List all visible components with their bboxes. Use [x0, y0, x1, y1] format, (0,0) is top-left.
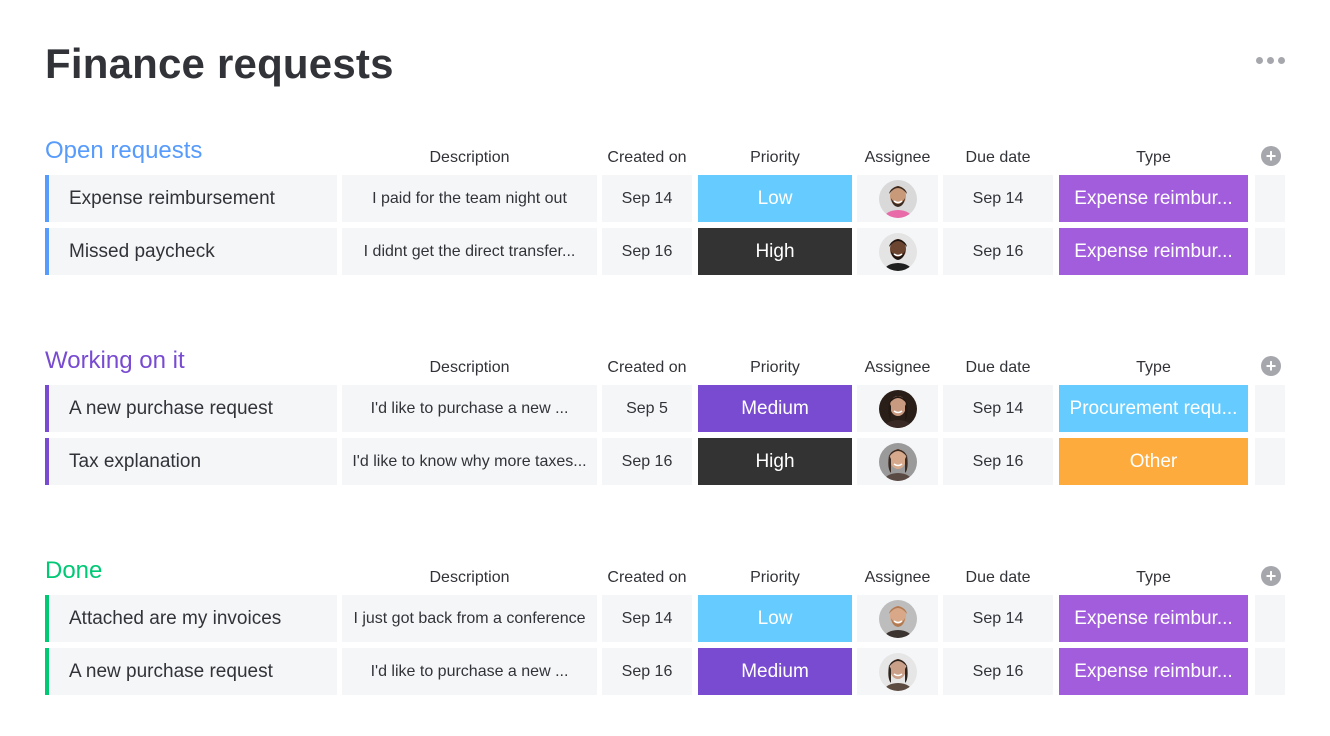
- table-row[interactable]: Tax explanation I'd like to know why mor…: [0, 438, 1330, 485]
- assignee-cell[interactable]: [857, 228, 938, 275]
- description-cell[interactable]: I'd like to purchase a new ...: [342, 648, 597, 695]
- created-on-cell[interactable]: Sep 5: [602, 385, 692, 432]
- more-horizontal-icon: [1256, 56, 1263, 64]
- assignee-cell[interactable]: [857, 175, 938, 222]
- column-header-due-date[interactable]: Due date: [943, 568, 1053, 588]
- created-on-cell[interactable]: Sep 16: [602, 438, 692, 485]
- column-header-created-on[interactable]: Created on: [602, 358, 692, 378]
- description-cell[interactable]: I'd like to purchase a new ...: [342, 385, 597, 432]
- type-status-label[interactable]: Procurement requ...: [1059, 385, 1248, 432]
- column-header-priority[interactable]: Priority: [698, 358, 852, 378]
- created-on-cell[interactable]: Sep 14: [602, 595, 692, 642]
- priority-status-label[interactable]: Low: [698, 175, 852, 222]
- due-date-cell[interactable]: Sep 14: [943, 385, 1053, 432]
- due-date-cell[interactable]: Sep 16: [943, 438, 1053, 485]
- avatar[interactable]: [878, 389, 917, 428]
- table-row[interactable]: Missed paycheck I didnt get the direct t…: [0, 228, 1330, 275]
- column-header-assignee[interactable]: Assignee: [857, 148, 938, 168]
- plus-circle-icon: +: [1265, 356, 1277, 376]
- column-header-type[interactable]: Type: [1059, 568, 1248, 588]
- assignee-cell[interactable]: [857, 438, 938, 485]
- description-cell[interactable]: I paid for the team night out: [342, 175, 597, 222]
- type-status-label[interactable]: Expense reimbur...: [1059, 228, 1248, 275]
- item-name-cell[interactable]: A new purchase request: [45, 385, 337, 432]
- empty-column-cell: [1255, 648, 1285, 695]
- more-options-button[interactable]: [1256, 54, 1288, 66]
- item-name-cell[interactable]: Missed paycheck: [45, 228, 337, 275]
- plus-circle-icon: +: [1265, 566, 1277, 586]
- type-status-label[interactable]: Expense reimbur...: [1059, 175, 1248, 222]
- group-working-on-it: Working on it Description Created on Pri…: [0, 346, 1330, 506]
- empty-column-cell: [1255, 175, 1285, 222]
- assignee-cell[interactable]: [857, 595, 938, 642]
- column-header-type[interactable]: Type: [1059, 358, 1248, 378]
- avatar[interactable]: [878, 442, 917, 481]
- column-header-due-date[interactable]: Due date: [943, 148, 1053, 168]
- due-date-cell[interactable]: Sep 16: [943, 648, 1053, 695]
- due-date-cell[interactable]: Sep 14: [943, 595, 1053, 642]
- group-done: Done Description Created on Priority Ass…: [0, 556, 1330, 716]
- table-row[interactable]: Attached are my invoices I just got back…: [0, 595, 1330, 642]
- priority-status-label[interactable]: High: [698, 438, 852, 485]
- column-header-description[interactable]: Description: [342, 568, 597, 588]
- group-title[interactable]: Done: [45, 556, 102, 586]
- column-header-type[interactable]: Type: [1059, 148, 1248, 168]
- table-row[interactable]: Expense reimbursement I paid for the tea…: [0, 175, 1330, 222]
- add-column-button[interactable]: +: [1261, 356, 1281, 376]
- description-cell[interactable]: I'd like to know why more taxes...: [342, 438, 597, 485]
- group-open-requests: Open requests Description Created on Pri…: [0, 136, 1330, 296]
- group-title[interactable]: Working on it: [45, 346, 185, 376]
- column-header-assignee[interactable]: Assignee: [857, 568, 938, 588]
- column-header-priority[interactable]: Priority: [698, 568, 852, 588]
- description-cell[interactable]: I didnt get the direct transfer...: [342, 228, 597, 275]
- page-title: Finance requests: [45, 40, 394, 87]
- empty-column-cell: [1255, 385, 1285, 432]
- type-status-label[interactable]: Expense reimbur...: [1059, 595, 1248, 642]
- due-date-cell[interactable]: Sep 16: [943, 228, 1053, 275]
- table-row[interactable]: A new purchase request I'd like to purch…: [0, 385, 1330, 432]
- type-status-label[interactable]: Expense reimbur...: [1059, 648, 1248, 695]
- avatar[interactable]: [878, 179, 917, 218]
- empty-column-cell: [1255, 595, 1285, 642]
- column-header-description[interactable]: Description: [342, 358, 597, 378]
- created-on-cell[interactable]: Sep 16: [602, 648, 692, 695]
- avatar[interactable]: [878, 599, 917, 638]
- assignee-cell[interactable]: [857, 385, 938, 432]
- priority-status-label[interactable]: Medium: [698, 648, 852, 695]
- column-header-priority[interactable]: Priority: [698, 148, 852, 168]
- empty-column-cell: [1255, 438, 1285, 485]
- add-column-button[interactable]: +: [1261, 146, 1281, 166]
- assignee-cell[interactable]: [857, 648, 938, 695]
- column-header-created-on[interactable]: Created on: [602, 568, 692, 588]
- plus-circle-icon: +: [1265, 146, 1277, 166]
- more-horizontal-icon-dot: [1267, 56, 1274, 64]
- avatar[interactable]: [878, 232, 917, 271]
- priority-status-label[interactable]: Low: [698, 595, 852, 642]
- empty-column-cell: [1255, 228, 1285, 275]
- avatar[interactable]: [878, 652, 917, 691]
- type-status-label[interactable]: Other: [1059, 438, 1248, 485]
- priority-status-label[interactable]: High: [698, 228, 852, 275]
- item-name-cell[interactable]: Tax explanation: [45, 438, 337, 485]
- group-title[interactable]: Open requests: [45, 136, 202, 166]
- priority-status-label[interactable]: Medium: [698, 385, 852, 432]
- description-cell[interactable]: I just got back from a conference: [342, 595, 597, 642]
- table-row[interactable]: A new purchase request I'd like to purch…: [0, 648, 1330, 695]
- created-on-cell[interactable]: Sep 16: [602, 228, 692, 275]
- column-header-due-date[interactable]: Due date: [943, 358, 1053, 378]
- add-column-button[interactable]: +: [1261, 566, 1281, 586]
- column-header-description[interactable]: Description: [342, 148, 597, 168]
- item-name-cell[interactable]: Expense reimbursement: [45, 175, 337, 222]
- item-name-cell[interactable]: A new purchase request: [45, 648, 337, 695]
- due-date-cell[interactable]: Sep 14: [943, 175, 1053, 222]
- column-header-assignee[interactable]: Assignee: [857, 358, 938, 378]
- item-name-cell[interactable]: Attached are my invoices: [45, 595, 337, 642]
- column-header-created-on[interactable]: Created on: [602, 148, 692, 168]
- more-horizontal-icon-dot: [1278, 56, 1285, 64]
- created-on-cell[interactable]: Sep 14: [602, 175, 692, 222]
